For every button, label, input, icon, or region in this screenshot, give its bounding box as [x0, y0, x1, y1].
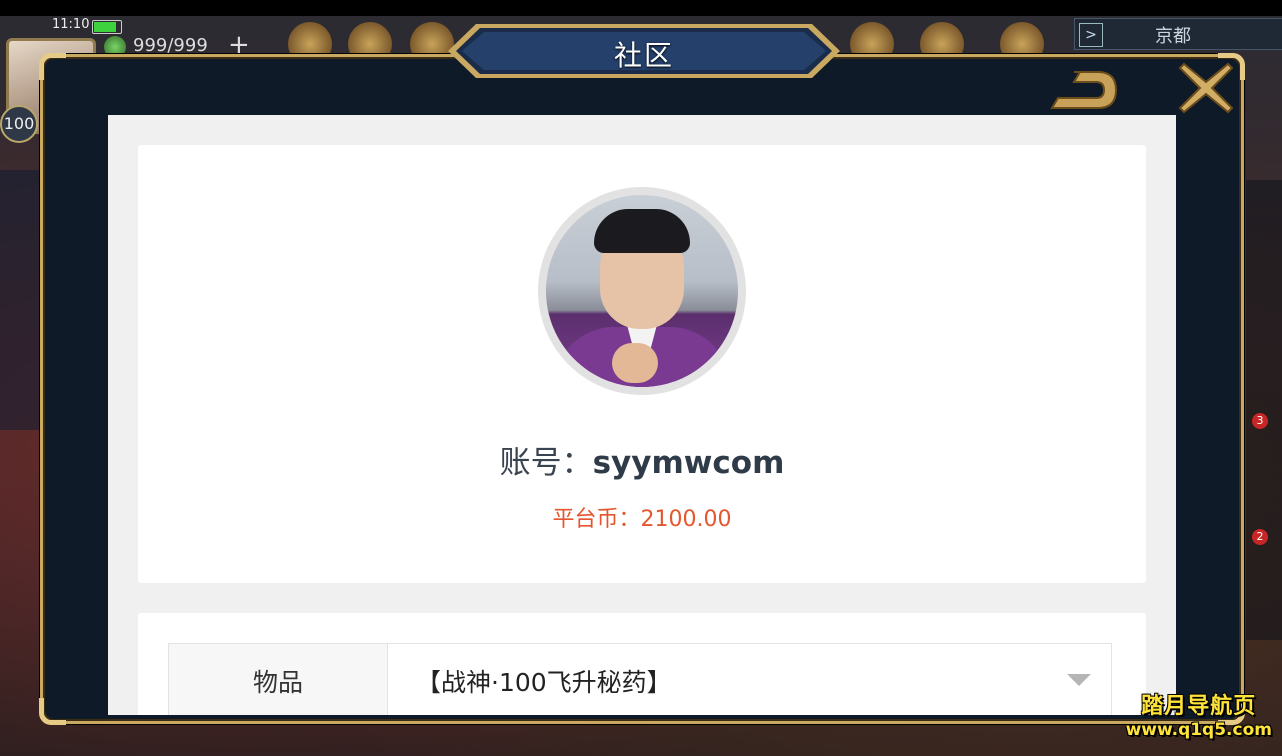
account-value: syymwcom [592, 445, 785, 481]
dialog-title-plate: 社区 [448, 22, 840, 80]
city-panel[interactable]: > 京都 [1074, 18, 1282, 50]
watermark-title: 踏月导航页 [1141, 694, 1257, 719]
quest-tracker[interactable] [0, 170, 44, 430]
item-select-value: 【战神·100飞升秘药】 [416, 668, 672, 697]
back-button[interactable] [1046, 66, 1120, 114]
expand-arrow-icon[interactable]: > [1079, 23, 1103, 47]
back-arrow-icon [1050, 71, 1118, 109]
dialog-title: 社区 [613, 39, 674, 72]
frame-corner [39, 53, 66, 80]
coins-label: 平台币： [552, 507, 641, 532]
avatar-ring [538, 187, 746, 395]
user-avatar [546, 195, 738, 387]
item-form-card: 物品 【战神·100飞升秘药】 [138, 613, 1146, 715]
right-menu-rail[interactable] [1246, 180, 1282, 640]
community-webview: 账号：syymwcom 平台币：2100.00 物品 【战神·100飞升秘药】 [108, 115, 1176, 715]
level-badge: 100 [0, 105, 38, 143]
battery-icon [92, 20, 122, 34]
notification-badge: 3 [1252, 413, 1268, 429]
watermark-url: www.q1q5.com [1125, 720, 1272, 740]
close-x-icon [1178, 62, 1234, 114]
city-name: 京都 [1155, 26, 1191, 47]
watermark: 踏月导航页 www.q1q5.com [1126, 688, 1272, 740]
account-label: 账号： [499, 445, 593, 481]
stamina-value: 999/999 [133, 35, 208, 56]
coins-value: 2100.00 [640, 507, 732, 532]
platform-coins-line: 平台币：2100.00 [138, 501, 1146, 533]
frame-corner [39, 698, 66, 725]
item-label: 物品 [169, 644, 388, 715]
account-line: 账号：syymwcom [138, 437, 1146, 482]
item-form-row: 物品 【战神·100飞升秘药】 [168, 643, 1112, 715]
item-select[interactable]: 【战神·100飞升秘药】 [388, 644, 1111, 715]
chevron-down-icon [1067, 674, 1091, 686]
close-button[interactable] [1178, 60, 1234, 116]
clock: 11:10 [52, 17, 90, 32]
status-bar [0, 0, 1282, 16]
profile-card: 账号：syymwcom 平台币：2100.00 [138, 145, 1146, 583]
notification-badge: 2 [1252, 529, 1268, 545]
